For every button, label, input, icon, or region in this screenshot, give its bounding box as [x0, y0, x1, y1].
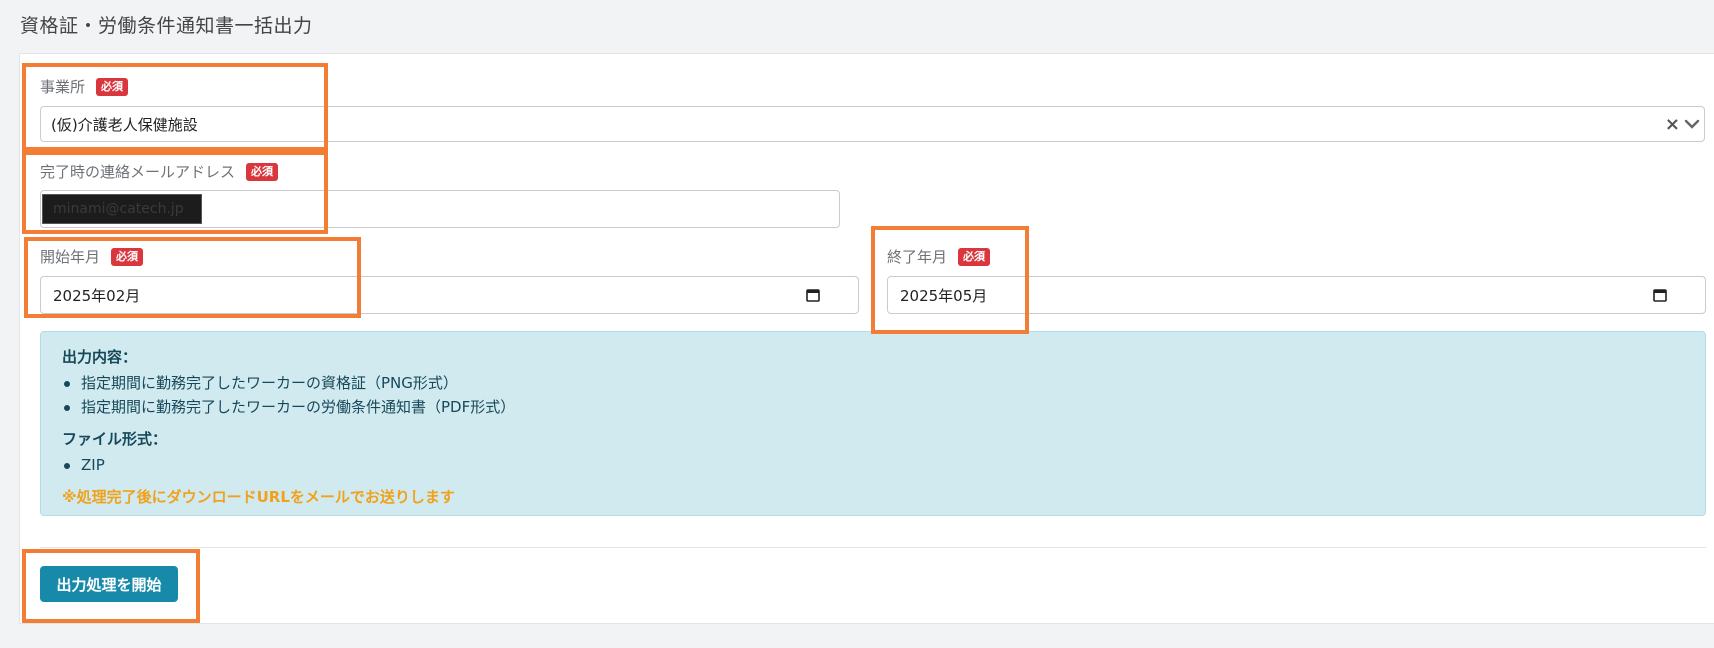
- office-select[interactable]: (仮)介護老人保健施設 ×: [40, 106, 1705, 142]
- info-alert: 出力内容： 指定期間に勤務完了したワーカーの資格証（PNG形式） 指定期間に勤務…: [40, 331, 1706, 516]
- close-icon[interactable]: ×: [1665, 114, 1680, 135]
- start-month-input[interactable]: 2025年02月: [40, 276, 859, 314]
- end-label-row: 終了年月 必須: [887, 246, 991, 267]
- email-notice: ※処理完了後にダウンロードURLをメールでお送りします: [62, 488, 455, 506]
- email-label-row: 完了時の連絡メールアドレス 必須: [40, 161, 279, 182]
- start-label-row: 開始年月 必須: [40, 246, 144, 267]
- list-item: ZIP: [62, 453, 1684, 477]
- output-contents-list: 指定期間に勤務完了したワーカーの資格証（PNG形式） 指定期間に勤務完了したワー…: [62, 371, 1684, 419]
- office-label-row: 事業所 必須: [40, 76, 129, 97]
- end-month-label: 終了年月: [887, 248, 948, 266]
- office-required-badge: 必須: [96, 77, 129, 96]
- email-value: minami@catech.jp: [42, 194, 202, 224]
- list-item: 指定期間に勤務完了したワーカーの資格証（PNG形式）: [62, 371, 1684, 395]
- end-month-input[interactable]: 2025年05月: [887, 276, 1706, 314]
- start-output-button[interactable]: 出力処理を開始: [40, 566, 178, 602]
- office-select-value: (仮)介護老人保健施設: [51, 115, 198, 134]
- office-label: 事業所: [40, 78, 86, 96]
- list-item: 指定期間に勤務完了したワーカーの労働条件通知書（PDF形式）: [62, 395, 1684, 419]
- email-label: 完了時の連絡メールアドレス: [40, 163, 236, 181]
- output-contents-heading: 出力内容：: [62, 348, 138, 366]
- file-format-list: ZIP: [62, 453, 1684, 477]
- end-month-value: 2025年05月: [900, 286, 988, 305]
- chevron-down-icon[interactable]: [1684, 116, 1700, 132]
- calendar-icon[interactable]: [806, 288, 820, 302]
- file-format-heading: ファイル形式：: [62, 430, 168, 448]
- divider: [40, 547, 1706, 548]
- email-field[interactable]: minami@catech.jp: [40, 190, 840, 228]
- page-title: 資格証・労働条件通知書一括出力: [20, 15, 313, 37]
- email-required-badge: 必須: [246, 162, 279, 181]
- start-month-label: 開始年月: [40, 248, 101, 266]
- start-month-value: 2025年02月: [53, 286, 141, 305]
- calendar-icon[interactable]: [1653, 288, 1667, 302]
- end-required-badge: 必須: [958, 247, 991, 266]
- start-required-badge: 必須: [111, 247, 144, 266]
